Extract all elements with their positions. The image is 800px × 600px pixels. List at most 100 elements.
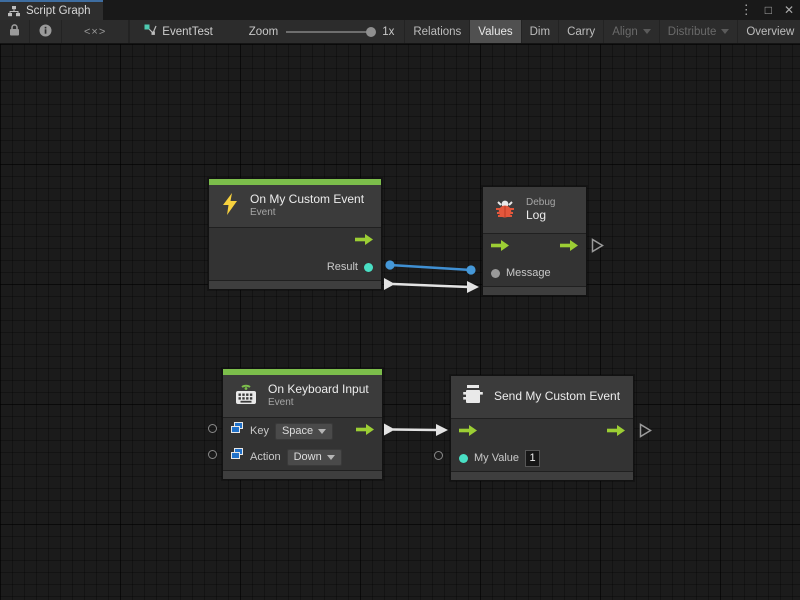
node-title: On Keyboard Input [268,383,369,397]
flow-output-port[interactable] [607,423,625,441]
value-wire-start-dot [385,260,394,269]
port-row-message: Message [483,260,586,286]
values-button[interactable]: Values [470,20,521,43]
unconnected-port-ring[interactable] [434,451,443,460]
info-icon [39,24,52,40]
code-view-button[interactable]: <×> [62,20,129,43]
node-body: Result [209,227,381,280]
unconnected-port-ring[interactable] [208,450,217,459]
graph-canvas[interactable]: On My Custom Event Event Result [0,44,800,600]
node-send-my-custom-event[interactable]: Send My Custom Event My Value 1 [450,375,634,481]
graph-reference[interactable]: EventTest [129,20,223,43]
align-dropdown-button[interactable]: Align [604,20,660,43]
flow-wire-start-arrow [384,278,395,290]
enum-type-icon [231,422,244,440]
close-icon[interactable]: ✕ [784,0,794,20]
code-icon: <×> [84,26,106,38]
bug-icon [493,196,517,225]
custom-event-machine-icon [461,383,485,412]
node-header[interactable]: On Keyboard Input Event [223,375,382,417]
port-row-action: Action Down [223,444,382,470]
node-title: Log [526,209,555,223]
my-value-input[interactable]: 1 [525,450,540,467]
dim-label: Dim [530,26,550,38]
graph-hierarchy-icon [8,6,20,17]
node-header[interactable]: On My Custom Event Event [209,185,381,227]
node-body: Message [483,233,586,286]
key-dropdown[interactable]: Space [275,423,333,440]
carry-button[interactable]: Carry [559,20,604,43]
port-label: Message [506,267,551,279]
zoom-slider-knob[interactable] [366,27,376,37]
node-on-my-custom-event[interactable]: On My Custom Event Event Result [208,178,382,290]
node-title: On My Custom Event [250,193,364,207]
zoom-label: Zoom [249,26,278,38]
tab-script-graph[interactable]: Script Graph [0,0,103,20]
keyboard-icon [233,381,259,412]
dim-button[interactable]: Dim [522,20,559,43]
graph-asset-icon [144,24,157,39]
flow-continue-triangle-icon[interactable] [639,423,652,443]
enum-type-icon [231,448,244,466]
chevron-down-icon [721,29,729,34]
node-subtitle: Event [268,397,369,409]
toolbar-right-group: Relations Values Dim Carry Align Distrib… [404,20,800,43]
distribute-label: Distribute [668,26,717,38]
flow-wire [393,284,469,287]
node-debug-log[interactable]: Debug Log Message [482,186,587,296]
node-body: My Value 1 [451,418,633,471]
node-on-keyboard-input[interactable]: On Keyboard Input Event Key Space [222,368,383,480]
relations-button[interactable]: Relations [405,20,470,43]
window-menu-icon[interactable]: ⋮ [740,0,753,20]
node-header[interactable]: Send My Custom Event [451,376,633,418]
zoom-level: 1x [382,26,394,38]
lock-button[interactable] [0,20,30,43]
port-label: My Value [474,452,519,464]
node-body: Key Space Action [223,417,382,470]
flow-wire-end-arrow [467,281,479,293]
zoom-control: Zoom 1x [223,20,405,43]
flow-wire-start-arrow [384,424,395,436]
port-row-flow-out [209,228,381,254]
value-wire [390,265,471,270]
flow-wire-end-arrow [436,424,448,436]
distribute-dropdown-button[interactable]: Distribute [660,20,739,43]
window-controls: ⋮ □ ✕ [740,0,794,20]
value-output-port[interactable] [364,263,373,272]
port-row-flow [451,419,633,445]
connection-wires [0,44,800,600]
dropdown-caret-icon [318,429,326,434]
overview-button[interactable]: Overview [738,20,800,43]
lightning-bolt-icon [219,192,241,221]
lock-icon [9,24,20,39]
value-input-port[interactable] [491,269,500,278]
zoom-slider[interactable] [286,31,374,33]
flow-input-port[interactable] [459,423,477,441]
flow-output-port[interactable] [356,422,374,440]
port-row-key: Key Space [223,418,382,444]
node-header[interactable]: Debug Log [483,187,586,233]
maximize-icon[interactable]: □ [765,0,772,20]
port-row-result: Result [209,254,381,280]
unconnected-port-ring[interactable] [208,424,217,433]
info-button[interactable] [30,20,62,43]
node-footer [223,470,382,479]
action-dropdown[interactable]: Down [287,449,342,466]
tab-bar: Script Graph ⋮ □ ✕ [0,0,800,20]
tab-label: Script Graph [26,5,91,17]
flow-output-port[interactable] [560,238,578,256]
carry-label: Carry [567,26,595,38]
port-label: Action [250,451,281,463]
flow-output-port[interactable] [355,232,373,250]
node-footer [451,471,633,480]
value-input-port[interactable] [459,454,468,463]
toolbar-left-group: <×> [0,20,129,43]
flow-input-port[interactable] [491,238,509,256]
flow-continue-triangle-icon[interactable] [591,238,604,258]
value-wire-end-dot [466,265,475,274]
port-row-my-value: My Value 1 [451,445,633,471]
relations-label: Relations [413,26,461,38]
values-label: Values [478,26,512,38]
port-label: Result [327,261,358,273]
node-title: Send My Custom Event [494,390,620,404]
